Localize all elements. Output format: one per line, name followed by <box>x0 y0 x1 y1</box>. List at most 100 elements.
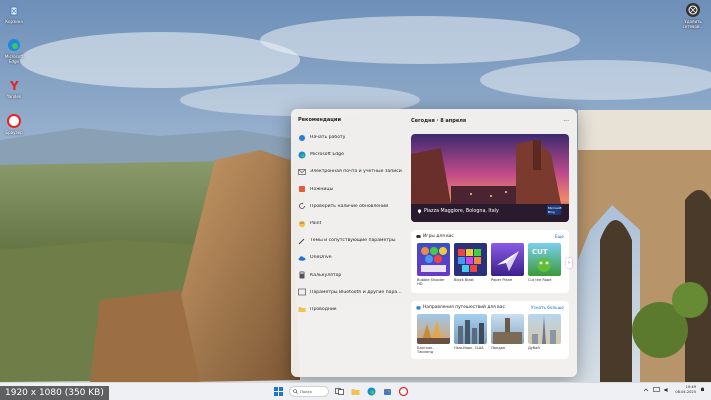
system-tray: 10:49 08.04.2025 <box>643 385 705 394</box>
volume-icon[interactable] <box>664 387 671 393</box>
bangkok-art <box>417 320 450 344</box>
taskbar-search[interactable]: Поиск <box>289 386 329 397</box>
bluetooth-icon <box>298 288 306 296</box>
recommendation-label: Ножницы <box>310 186 334 192</box>
desktop-icon-recycle-bin[interactable]: Корзина <box>1 3 27 24</box>
recommendations-panel: Рекомендации Начать работу Microsoft Edg… <box>298 117 404 318</box>
recommendation-item[interactable]: OneDrive <box>298 249 404 266</box>
folder-icon <box>351 389 360 395</box>
start-button[interactable] <box>273 386 284 397</box>
search-icon <box>293 389 298 394</box>
feed-date: Сегодня · 8 апреля <box>411 118 467 124</box>
recommendation-item[interactable]: Калькулятор <box>298 267 404 284</box>
recommendation-label: Microsoft Edge <box>310 152 344 158</box>
recommendation-item[interactable]: Проверить наличие обновлений <box>298 198 404 215</box>
search-placeholder: Поиск <box>300 389 313 394</box>
refresh-icon <box>298 202 306 210</box>
edge-icon <box>367 387 376 396</box>
recommendation-label: OneDrive <box>310 255 332 261</box>
recommendations-title: Рекомендации <box>298 117 341 123</box>
game-caption: Paper Plane <box>491 278 513 282</box>
taskbar-yandex[interactable] <box>398 386 409 397</box>
game-tile[interactable]: CUT Cut the Rope <box>528 243 561 287</box>
taskbar-file-explorer[interactable] <box>350 386 361 397</box>
hero-caption: Piazza Maggiore, Bologna, Italy <box>424 209 499 214</box>
desktop-icon-browser[interactable]: Браузер <box>1 114 27 135</box>
rocket-icon <box>298 134 306 142</box>
widgets-board: Рекомендации Начать работу Microsoft Edg… <box>291 109 577 377</box>
bing-badge: Microsoft Bing <box>547 205 562 215</box>
recommendation-item[interactable]: Начать работу <box>298 129 404 146</box>
recommendation-label: Начать работу <box>310 135 346 141</box>
game-tile[interactable]: Paper Plane <box>491 243 524 287</box>
edge-icon <box>298 151 306 159</box>
recommendation-item[interactable]: Параметры Bluetooth и другие пара... <box>298 284 404 301</box>
travel-tile[interactable]: Бангкок, Таиланд <box>417 314 450 355</box>
gamepad-icon <box>416 235 421 238</box>
travel-caption: Дубай <box>528 346 540 350</box>
travel-more-link[interactable]: Узнать больше <box>531 305 564 310</box>
svg-text:Y: Y <box>9 79 19 92</box>
desktop-icon-label: Браузер <box>5 130 23 135</box>
bubble-shooter-art <box>421 247 447 272</box>
paint-icon <box>298 220 306 228</box>
svg-text:CUT: CUT <box>532 248 548 256</box>
store-icon <box>384 389 391 395</box>
desktop-icon-edge[interactable]: Microsoft Edge <box>1 38 27 64</box>
recommendation-label: Paint <box>310 221 322 227</box>
mail-icon <box>298 168 306 176</box>
block-blast-art <box>458 249 481 272</box>
more-options-button[interactable]: ··· <box>563 118 569 124</box>
suitcase-icon <box>416 306 421 310</box>
travel-tile[interactable]: Дубай <box>528 314 561 355</box>
desktop-icon-label: Yandex <box>6 94 22 99</box>
task-view-icon <box>335 388 344 395</box>
taskbar-store[interactable] <box>382 386 393 397</box>
location-icon <box>417 209 422 214</box>
recommendation-label: Калькулятор <box>310 272 342 278</box>
task-view-button[interactable] <box>334 386 345 397</box>
recommendation-item[interactable]: Темы и сопутствующие параметры <box>298 232 404 249</box>
recommendation-item[interactable]: Paint <box>298 215 404 232</box>
notification-icon[interactable] <box>700 387 705 393</box>
cut-the-rope-art: CUT <box>532 248 551 272</box>
travel-title: Направления путешествий для вас <box>423 305 505 310</box>
recommendation-label: Проверить наличие обновлений <box>310 203 389 209</box>
travel-caption: Лондон <box>491 346 506 350</box>
desktop-icon-label: Microsoft Edge <box>4 54 24 64</box>
desktop-icon-label: Корзина <box>5 19 23 24</box>
travel-tile[interactable]: Лондон <box>491 314 524 355</box>
desktop-icon-yandex[interactable]: Y Yandex <box>1 78 27 99</box>
edge-icon <box>7 38 21 52</box>
recommendation-item[interactable]: Электронная почта и учетные записи <box>298 163 404 180</box>
chevron-up-icon[interactable] <box>643 387 649 393</box>
dubai-art <box>532 316 556 344</box>
game-caption: Bubble Shooter HD <box>417 278 445 287</box>
scroll-right-button[interactable]: › <box>566 258 572 268</box>
recommendation-item[interactable]: Ножницы <box>298 181 404 198</box>
games-more-link[interactable]: Еще <box>555 234 564 239</box>
yandex-browser-icon: Y <box>7 78 21 92</box>
new-york-art <box>458 320 484 344</box>
recommendation-item[interactable]: Проводник <box>298 301 404 318</box>
recommendation-label: Электронная почта и учетные записи <box>310 169 402 175</box>
games-card: Игры для вас Еще Bubble Shooter HD Block… <box>411 230 572 293</box>
travel-card: Направления путешествий для вас Узнать б… <box>411 301 569 359</box>
clock-date: 08.04.2025 <box>675 389 696 394</box>
folder-icon <box>298 305 306 313</box>
recommendation-item[interactable]: Microsoft Edge <box>298 146 404 163</box>
yandex-browser-icon <box>399 387 408 396</box>
hero-image-card[interactable]: Piazza Maggiore, Bologna, Italy Microsof… <box>411 134 569 222</box>
game-tile[interactable]: Bubble Shooter HD <box>417 243 450 287</box>
travel-caption: Бангкок, Таиланд <box>417 346 434 355</box>
travel-tile[interactable]: Нью-Йорк, США <box>454 314 487 355</box>
desktop-icon-settings[interactable]: Удалить сетевой... <box>677 3 709 29</box>
taskbar-edge[interactable] <box>366 386 377 397</box>
network-icon[interactable] <box>653 386 661 393</box>
scissors-icon <box>298 185 306 193</box>
game-tile[interactable]: Block Blast <box>454 243 487 287</box>
taskbar-clock[interactable]: 10:49 08.04.2025 <box>675 385 696 394</box>
recommendation-label: Проводник <box>310 306 337 312</box>
widgets-feed: Сегодня · 8 апреля ··· Piazza Maggiore, … <box>411 117 572 359</box>
settings-icon <box>686 3 700 17</box>
